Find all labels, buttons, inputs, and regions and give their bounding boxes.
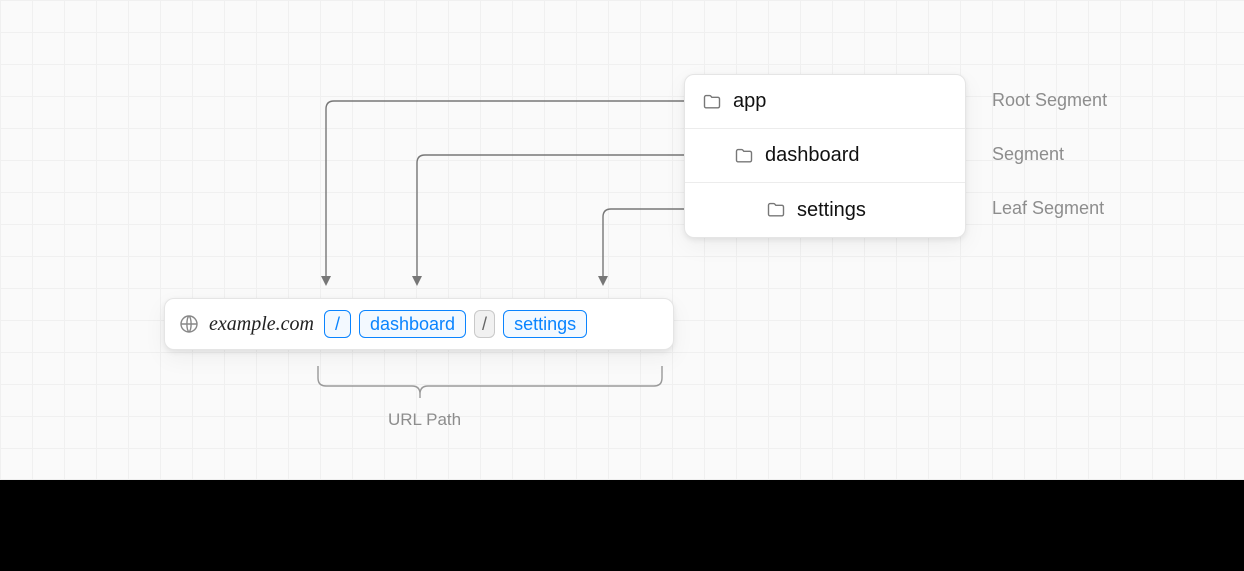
url-root-slash: / — [324, 310, 351, 338]
folder-icon — [703, 94, 721, 110]
connector-arrows — [0, 0, 1244, 480]
url-bar: example.com / dashboard / settings — [164, 298, 674, 350]
tree-row-dashboard: dashboard — [685, 129, 965, 183]
url-slash-separator: / — [474, 310, 495, 338]
url-domain: example.com — [209, 313, 314, 336]
diagram-canvas: app dashboard settings Root Segment Segm… — [0, 0, 1244, 480]
annotation-segment: Segment — [992, 144, 1064, 165]
tree-row-app: app — [685, 75, 965, 129]
file-tree: app dashboard settings — [684, 74, 966, 238]
globe-icon — [179, 314, 199, 334]
annotation-leaf-segment: Leaf Segment — [992, 198, 1104, 219]
tree-row-settings: settings — [685, 183, 965, 237]
url-segment-dashboard: dashboard — [359, 310, 466, 338]
folder-icon — [735, 148, 753, 164]
annotation-root-segment: Root Segment — [992, 90, 1107, 111]
tree-item-label: dashboard — [765, 144, 860, 167]
tree-item-label: app — [733, 90, 766, 113]
url-path-label: URL Path — [388, 410, 461, 430]
url-segment-settings: settings — [503, 310, 587, 338]
folder-icon — [767, 202, 785, 218]
tree-item-label: settings — [797, 199, 866, 222]
